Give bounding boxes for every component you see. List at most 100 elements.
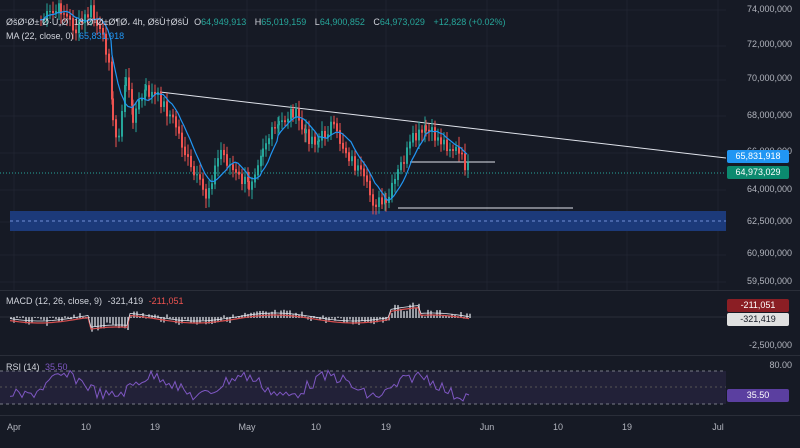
- candle-body: [271, 127, 273, 140]
- ma-legend[interactable]: MA (22, close, 0) 65,831,918: [6, 30, 127, 42]
- macd-histogram-bar: [274, 309, 276, 318]
- time-axis[interactable]: [0, 415, 800, 448]
- candle-body: [324, 131, 326, 138]
- price-tick: 68,000,000: [746, 110, 792, 120]
- candle-body: [363, 168, 365, 177]
- rsi-pane[interactable]: [0, 355, 726, 416]
- macd-histogram-bar: [169, 317, 171, 319]
- rsi-value: 35.50: [45, 362, 68, 372]
- macd-histogram-bar: [361, 317, 363, 321]
- time-tick: 19: [149, 422, 161, 432]
- candle-body: [244, 176, 246, 185]
- close-label: C: [373, 17, 380, 27]
- candle-body: [421, 129, 423, 133]
- macd-histogram-bar: [406, 310, 408, 318]
- macd-histogram-bar: [424, 316, 426, 318]
- macd-histogram-bar: [55, 317, 57, 320]
- candle-body: [202, 178, 204, 190]
- rsi-axis[interactable]: 80.00: [726, 355, 800, 416]
- macd-histogram-bar: [43, 317, 45, 321]
- rsi-chart[interactable]: [0, 356, 726, 416]
- candle-body: [278, 121, 280, 126]
- candle-body: [217, 158, 219, 167]
- macd-histogram-bar: [256, 311, 258, 318]
- macd-histogram-bar: [100, 317, 102, 329]
- candle-body: [406, 147, 408, 164]
- macd-histogram-bar: [67, 316, 69, 318]
- rsi-legend[interactable]: RSI (14) 35.50: [6, 361, 71, 373]
- macd-histogram-bar: [49, 316, 51, 318]
- macd-histogram-bar: [193, 317, 195, 323]
- macd-histogram-bar: [430, 310, 432, 318]
- macd-histogram-bar: [31, 317, 33, 324]
- candle-body: [260, 155, 262, 167]
- rsi-band: [0, 371, 726, 404]
- candle-body: [205, 188, 207, 199]
- candle-body: [235, 169, 237, 173]
- rsi-label: RSI (14): [6, 362, 40, 372]
- macd-histogram-bar: [286, 310, 288, 318]
- symbol-title[interactable]: ØšØ¹Ø± Ø·Ù„Ø¨ 18 Ø¹Ø±Ø¶Ø، 4h, ØšÙ†ØšÙ: [6, 17, 189, 27]
- macd-histogram-bar: [40, 317, 42, 320]
- macd-histogram-bar: [13, 317, 15, 323]
- macd-histogram-bar: [343, 317, 345, 323]
- macd-histogram-bar: [112, 317, 114, 325]
- price-chart[interactable]: [0, 0, 726, 290]
- price-tick: 74,000,000: [746, 4, 792, 14]
- candle-body: [262, 148, 264, 157]
- rsi-value-tag: 35.50: [727, 389, 789, 402]
- candle-body: [208, 188, 210, 199]
- time-tick: 19: [621, 422, 633, 432]
- candle-body: [241, 173, 243, 185]
- price-axis[interactable]: 74,000,000 72,000,000 70,000,000 68,000,…: [726, 0, 800, 290]
- candle-body: [345, 147, 347, 154]
- candle-body: [295, 108, 297, 118]
- candle-body: [381, 197, 383, 205]
- candle-body: [251, 181, 253, 190]
- candle-body: [461, 152, 463, 155]
- macd-histogram-bar: [103, 317, 105, 329]
- price-tick: 72,000,000: [746, 39, 792, 49]
- macd-tick: -2,500,000: [748, 340, 792, 350]
- price-tick: 70,000,000: [746, 73, 792, 83]
- candle-body: [178, 126, 180, 134]
- macd-histogram-bar: [202, 317, 204, 321]
- candle-body: [121, 111, 123, 137]
- candle-body: [412, 133, 414, 143]
- change-value: +12,828 (+0.02%): [433, 17, 506, 27]
- candle-body: [409, 141, 411, 149]
- price-chart-pane[interactable]: [0, 0, 726, 290]
- candle-body: [199, 174, 201, 180]
- candle-body: [394, 178, 396, 184]
- candle-body: [305, 129, 307, 134]
- macd-histogram-bar: [349, 317, 351, 320]
- macd-histogram-bar: [184, 317, 186, 320]
- macd-histogram-bar: [412, 302, 414, 318]
- candle-body: [128, 77, 130, 91]
- macd-histogram-bar: [391, 313, 393, 318]
- macd-histogram-bar: [223, 315, 225, 318]
- candle-body: [274, 127, 276, 129]
- macd-histogram-bar: [130, 316, 132, 318]
- candle-body: [287, 118, 289, 123]
- candle-body: [49, 11, 51, 13]
- rsi-tick: 80.00: [769, 360, 792, 370]
- candle-body: [148, 85, 150, 97]
- candle-body: [467, 162, 469, 171]
- macd-histogram-bar: [433, 315, 435, 318]
- candle-body: [220, 149, 222, 160]
- candle-body: [318, 139, 320, 142]
- macd-legend[interactable]: MACD (12, 26, close, 9) -321,419 -211,05…: [6, 295, 186, 307]
- candle-body: [378, 197, 380, 207]
- candle-body: [248, 181, 250, 190]
- macd-histogram-bar: [19, 316, 21, 318]
- candle-body: [135, 108, 137, 123]
- candle-body: [372, 194, 374, 206]
- candle-body: [354, 156, 356, 171]
- macd-value: -321,419: [107, 296, 144, 306]
- candle-body: [112, 98, 114, 121]
- macd-histogram-bar: [172, 317, 174, 319]
- macd-histogram-bar: [394, 304, 396, 318]
- price-tick: 60,900,000: [746, 248, 792, 258]
- candle-body: [375, 204, 377, 207]
